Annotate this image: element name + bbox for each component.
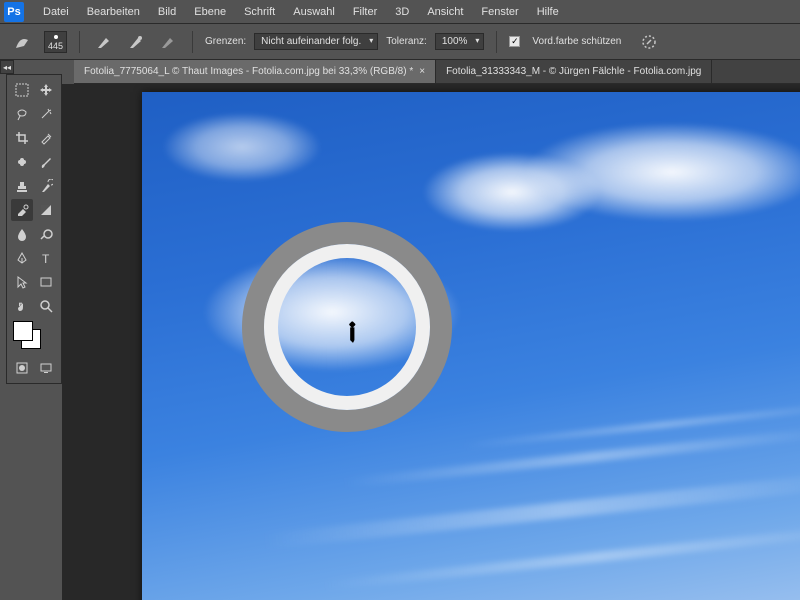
color-swatches[interactable] (11, 321, 57, 355)
dodge-tool[interactable] (35, 223, 57, 245)
limits-dropdown[interactable]: Nicht aufeinander folg. (254, 33, 378, 50)
menu-bearbeiten[interactable]: Bearbeiten (78, 3, 149, 21)
brush-var3-icon[interactable] (156, 30, 180, 54)
hand-tool[interactable] (11, 295, 33, 317)
tool-preset-icon[interactable] (12, 30, 36, 54)
menu-hilfe[interactable]: Hilfe (528, 3, 568, 21)
protect-fg-checkbox[interactable]: ✓ (509, 36, 520, 47)
pen-tool[interactable] (11, 247, 33, 269)
move-tool[interactable] (35, 79, 57, 101)
menu-auswahl[interactable]: Auswahl (284, 3, 344, 21)
marquee-tool[interactable] (11, 79, 33, 101)
menu-schrift[interactable]: Schrift (235, 3, 284, 21)
menu-ansicht[interactable]: Ansicht (418, 3, 472, 21)
menu-3d[interactable]: 3D (386, 3, 418, 21)
divider (496, 31, 497, 53)
shape-tool[interactable] (35, 271, 57, 293)
brush-var1-icon[interactable] (92, 30, 116, 54)
toolbox: T (6, 74, 62, 384)
brush-size-value: 445 (48, 41, 63, 51)
menu-fenster[interactable]: Fenster (472, 3, 527, 21)
crop-tool[interactable] (11, 127, 33, 149)
document-tabbar: Fotolia_7775064_L © Thaut Images - Fotol… (74, 60, 800, 84)
limits-label: Grenzen: (205, 36, 246, 47)
screenmode-icon[interactable] (35, 357, 57, 379)
tolerance-dropdown[interactable]: 100% (435, 33, 485, 50)
menu-bild[interactable]: Bild (149, 3, 185, 21)
app-logo: Ps (4, 2, 24, 22)
document-canvas[interactable] (142, 92, 800, 600)
gradient-tool[interactable] (35, 199, 57, 221)
protect-fg-label: Vord.farbe schützen (532, 36, 621, 47)
tab-inactive[interactable]: Fotolia_31333343_M - © Jürgen Fälchle - … (436, 60, 712, 83)
history-brush-tool[interactable] (35, 175, 57, 197)
healing-tool[interactable] (11, 151, 33, 173)
divider (192, 31, 193, 53)
eyedropper-tool[interactable] (35, 127, 57, 149)
tab-active[interactable]: Fotolia_7775064_L © Thaut Images - Fotol… (74, 60, 436, 83)
background-eraser-tool[interactable] (11, 199, 33, 221)
brush-var2-icon[interactable] (124, 30, 148, 54)
quickmask-icon[interactable] (11, 357, 33, 379)
blur-tool[interactable] (11, 223, 33, 245)
tab-label: Fotolia_7775064_L © Thaut Images - Fotol… (84, 66, 413, 77)
svg-text:T: T (42, 252, 50, 265)
menu-datei[interactable]: Datei (34, 3, 78, 21)
tolerance-label: Toleranz: (386, 36, 427, 47)
fg-color-swatch[interactable] (13, 321, 33, 341)
options-bar: 445 Grenzen: Nicht aufeinander folg. Tol… (0, 24, 800, 60)
canvas-area (62, 84, 800, 600)
menu-filter[interactable]: Filter (344, 3, 386, 21)
pressure-icon[interactable] (637, 30, 661, 54)
type-tool[interactable]: T (35, 247, 57, 269)
menu-ebene[interactable]: Ebene (185, 3, 235, 21)
menubar: Ps Datei Bearbeiten Bild Ebene Schrift A… (0, 0, 800, 24)
magic-wand-tool[interactable] (35, 103, 57, 125)
brush-tool[interactable] (35, 151, 57, 173)
brush-preset[interactable]: 445 (44, 31, 67, 53)
lasso-tool[interactable] (11, 103, 33, 125)
tab-label: Fotolia_31333343_M - © Jürgen Fälchle - … (446, 66, 701, 77)
brush-dot-icon (54, 35, 58, 39)
divider (79, 31, 80, 53)
close-icon[interactable]: × (419, 66, 425, 77)
path-select-tool[interactable] (11, 271, 33, 293)
stamp-tool[interactable] (11, 175, 33, 197)
zoom-tool[interactable] (35, 295, 57, 317)
